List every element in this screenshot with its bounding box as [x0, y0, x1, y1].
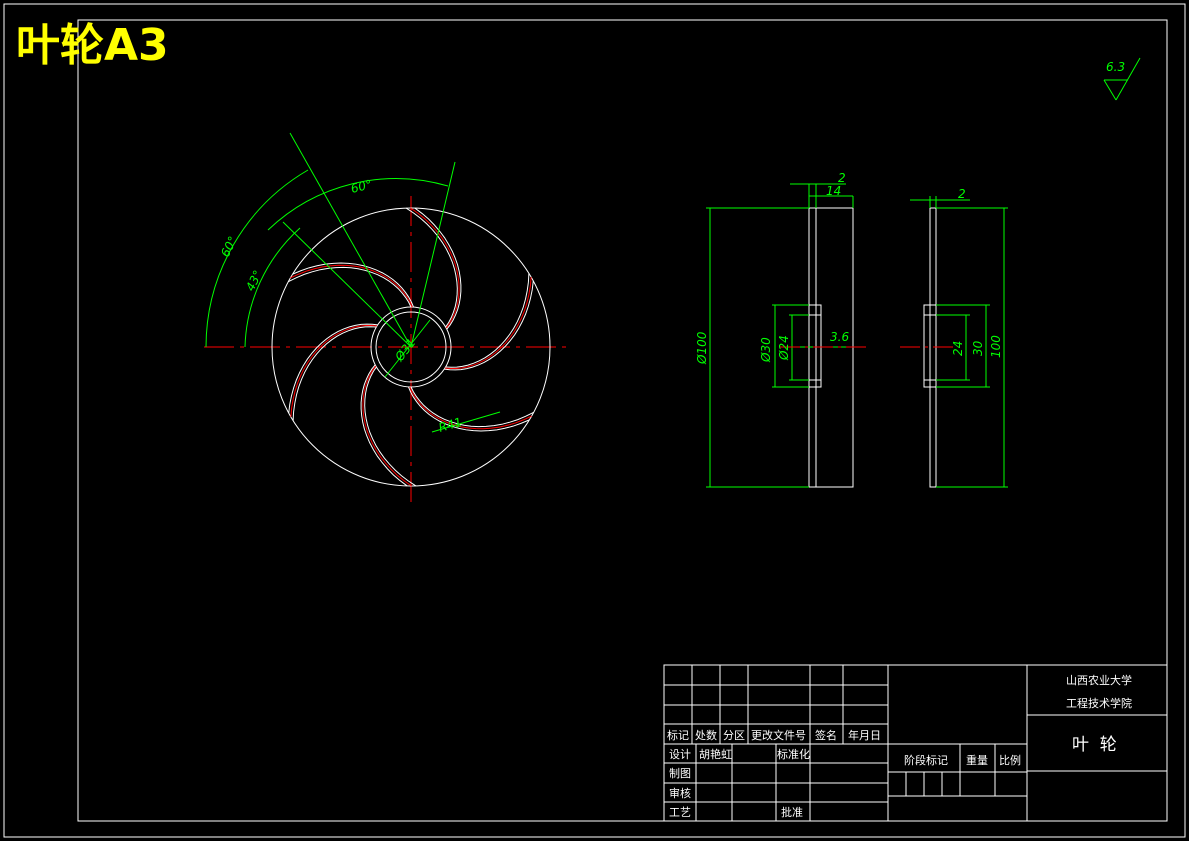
impeller-blade-6-line-2	[290, 324, 378, 418]
tb-stage-mark: 阶段标记	[904, 753, 948, 767]
side-dim-100: 100	[989, 335, 1003, 358]
angle-leader-1	[289, 132, 412, 348]
impeller-blade-4-line-1	[410, 386, 534, 428]
impeller-blade-5-line-2	[362, 365, 412, 487]
angle-label-inner: 43°	[243, 268, 265, 293]
tb-review: 审核	[669, 786, 691, 800]
impeller-blade-2-line-2	[410, 207, 460, 329]
angle-label-outer: 60°	[218, 234, 240, 259]
tb-designer-name: 胡艳虹	[699, 747, 732, 761]
section-dim-14: 14	[826, 184, 841, 198]
tb-part-name: 叶 轮	[1072, 735, 1117, 755]
tb-hdr-sign: 签名	[815, 728, 837, 742]
tb-approve: 批准	[781, 805, 803, 819]
impeller-blade-5-line-3	[360, 364, 408, 487]
tb-school-line1: 山西农业大学	[1066, 673, 1132, 687]
tb-hdr-doc: 更改文件号	[751, 728, 806, 742]
drawing-title-label: 叶轮A3	[16, 20, 169, 71]
title-block-text: 标记 处数 分区 更改文件号 签名 年月日 设计 胡艳虹 标准化 制图 审核 工…	[667, 673, 1132, 819]
section-dim-24: Ø24	[777, 335, 791, 361]
side-dim-24: 24	[951, 341, 965, 356]
section-dim-100: Ø100	[695, 331, 709, 365]
section-dim-2: 2	[838, 171, 846, 185]
front-view: 60° 60° 43° Ø31 R41	[204, 132, 568, 506]
tb-school-line2: 工程技术学院	[1066, 696, 1132, 710]
impeller-blade-2-line-3	[414, 207, 462, 330]
section-dim-3-6: 3.6	[830, 330, 849, 344]
impeller-blade-3-line-2	[444, 276, 532, 370]
impeller-blade-6-line-1	[292, 326, 377, 421]
tb-designer-label: 设计	[669, 748, 691, 761]
impeller-blade-1-line-3	[292, 262, 414, 308]
tb-hdr-mark: 标记	[667, 728, 689, 742]
tb-hdr-zone: 分区	[723, 729, 745, 742]
section-dim-30: Ø30	[759, 337, 773, 363]
roughness-value: 6.3	[1106, 60, 1125, 74]
side-dim-2: 2	[958, 187, 966, 201]
sheet-outer-border	[3, 3, 1186, 838]
tb-standardize: 标准化	[777, 747, 810, 761]
side-dim-30: 30	[971, 340, 985, 356]
tb-scale: 比例	[999, 753, 1021, 767]
tb-hdr-date: 年月日	[848, 728, 881, 742]
tb-weight: 重量	[966, 753, 988, 767]
section-hub	[808, 304, 822, 388]
cad-drawing: 叶轮A3 6.3 60° 60° 43° Ø31 R41 2 14 Ø100 Ø…	[3, 3, 1186, 838]
tb-process: 工艺	[669, 806, 691, 819]
tb-hdr-count: 处数	[695, 729, 717, 742]
angle-arc-outer	[205, 169, 309, 348]
angle-label-mid: 60°	[349, 177, 373, 196]
tb-drawn: 制图	[669, 767, 691, 780]
impeller-blade-4-line-3	[408, 386, 530, 432]
impeller-blade-3-line-1	[445, 273, 530, 368]
